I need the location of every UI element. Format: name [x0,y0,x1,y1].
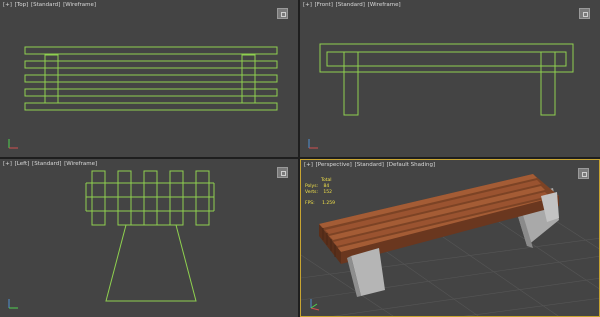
viewcube-icon[interactable] [578,168,589,179]
perspective-scene [301,174,599,316]
top-wireframe [24,46,278,111]
axis-tripod-icon [310,299,320,311]
viewport-layout: [+] [Top] [Standard] [Wireframe] [+] [Fr… [0,0,600,317]
viewport-perspective[interactable]: [+] [Perspective] [Standard] [Default Sh… [300,159,600,317]
viewport-left[interactable]: [+] [Left] [Standard] [Wireframe] [0,159,298,317]
axis-tripod-icon [8,139,18,149]
front-wireframe [319,43,574,116]
viewport-top[interactable]: [+] [Top] [Standard] [Wireframe] [0,0,298,157]
left-wireframe [85,170,215,302]
viewport-front[interactable]: [+] [Front] [Standard] [Wireframe] [300,0,600,157]
axis-tripod-icon [8,299,18,309]
axis-tripod-icon [308,139,318,149]
